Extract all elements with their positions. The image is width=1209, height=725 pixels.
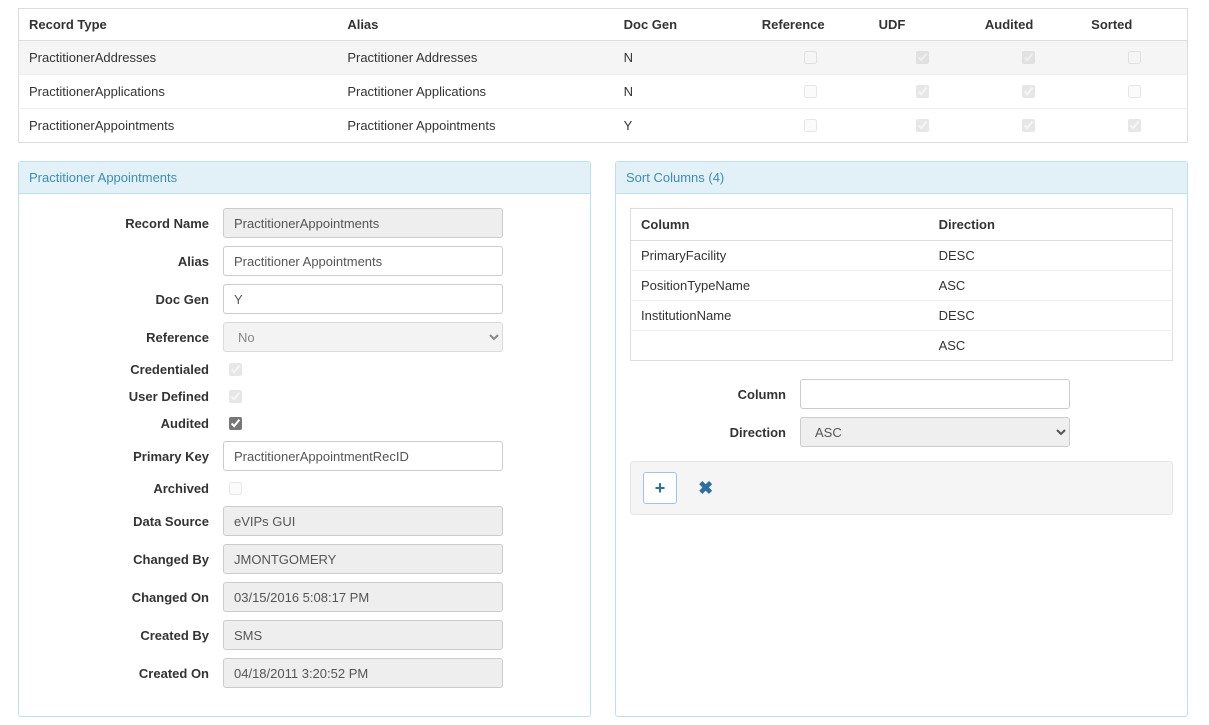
row-checkbox xyxy=(1022,51,1035,64)
table-row[interactable]: PositionTypeNameASC xyxy=(631,271,1173,301)
close-icon: ✖ xyxy=(698,478,713,499)
field-sort-column[interactable] xyxy=(800,379,1070,409)
table-row[interactable]: PractitionerAddressesPractitioner Addres… xyxy=(19,41,1188,75)
col-reference[interactable]: Reference xyxy=(752,9,869,41)
table-row[interactable]: PractitionerApplicationsPractitioner App… xyxy=(19,75,1188,109)
field-reference: No xyxy=(223,322,503,352)
row-checkbox xyxy=(1128,85,1141,98)
label-credentialed: Credentialed xyxy=(33,362,223,377)
field-user-defined xyxy=(229,390,242,403)
sort-actions-bar: + ✖ xyxy=(630,461,1173,515)
row-checkbox xyxy=(1022,119,1035,132)
label-created-by: Created By xyxy=(33,628,223,643)
row-checkbox xyxy=(916,51,929,64)
detail-panel-title: Practitioner Appointments xyxy=(19,162,590,194)
label-record-name: Record Name xyxy=(33,216,223,231)
label-user-defined: User Defined xyxy=(33,389,223,404)
row-checkbox xyxy=(804,85,817,98)
label-data-source: Data Source xyxy=(33,514,223,529)
row-checkbox xyxy=(804,51,817,64)
col-audited[interactable]: Audited xyxy=(975,9,1081,41)
field-created-on xyxy=(223,658,503,688)
sort-columns-table: Column Direction PrimaryFacilityDESCPosi… xyxy=(630,208,1173,361)
field-alias[interactable] xyxy=(223,246,503,276)
add-sort-button[interactable]: + xyxy=(643,472,677,504)
label-created-on: Created On xyxy=(33,666,223,681)
label-sort-column: Column xyxy=(630,387,800,402)
col-alias[interactable]: Alias xyxy=(337,9,613,41)
field-archived xyxy=(229,482,242,495)
field-changed-by xyxy=(223,544,503,574)
label-doc-gen: Doc Gen xyxy=(33,292,223,307)
sort-panel: Sort Columns (4) Column Direction Primar… xyxy=(615,161,1188,717)
plus-icon: + xyxy=(655,478,666,499)
label-changed-on: Changed On xyxy=(33,590,223,605)
field-data-source xyxy=(223,506,503,536)
label-alias: Alias xyxy=(33,254,223,269)
field-primary-key[interactable] xyxy=(223,441,503,471)
label-archived: Archived xyxy=(33,481,223,496)
detail-panel: Practitioner Appointments Record Name Al… xyxy=(18,161,591,717)
field-changed-on xyxy=(223,582,503,612)
label-audited: Audited xyxy=(33,416,223,431)
label-changed-by: Changed By xyxy=(33,552,223,567)
sort-panel-title: Sort Columns (4) xyxy=(616,162,1187,194)
label-reference: Reference xyxy=(33,330,223,345)
col-doc-gen[interactable]: Doc Gen xyxy=(614,9,752,41)
col-sorted[interactable]: Sorted xyxy=(1081,9,1187,41)
sort-col-column[interactable]: Column xyxy=(631,209,929,241)
row-checkbox xyxy=(916,119,929,132)
table-row[interactable]: PrimaryFacilityDESC xyxy=(631,241,1173,271)
row-checkbox xyxy=(1022,85,1035,98)
sort-col-direction[interactable]: Direction xyxy=(929,209,1173,241)
table-row[interactable]: ASC xyxy=(631,331,1173,361)
row-checkbox xyxy=(916,85,929,98)
col-record-type[interactable]: Record Type xyxy=(19,9,338,41)
table-row[interactable]: PractitionerAppointmentsPractitioner App… xyxy=(19,109,1188,143)
label-primary-key: Primary Key xyxy=(33,449,223,464)
field-sort-direction[interactable]: ASC xyxy=(800,417,1070,447)
table-row[interactable]: InstitutionNameDESC xyxy=(631,301,1173,331)
row-checkbox xyxy=(1128,51,1141,64)
label-sort-direction: Direction xyxy=(630,425,800,440)
field-doc-gen[interactable] xyxy=(223,284,503,314)
row-checkbox xyxy=(1128,119,1141,132)
field-record-name xyxy=(223,208,503,238)
col-udf[interactable]: UDF xyxy=(869,9,975,41)
record-type-grid: Record Type Alias Doc Gen Reference UDF … xyxy=(18,8,1188,143)
field-credentialed xyxy=(229,363,242,376)
delete-sort-button[interactable]: ✖ xyxy=(689,472,723,504)
row-checkbox xyxy=(804,119,817,132)
field-audited[interactable] xyxy=(229,417,242,430)
field-created-by xyxy=(223,620,503,650)
